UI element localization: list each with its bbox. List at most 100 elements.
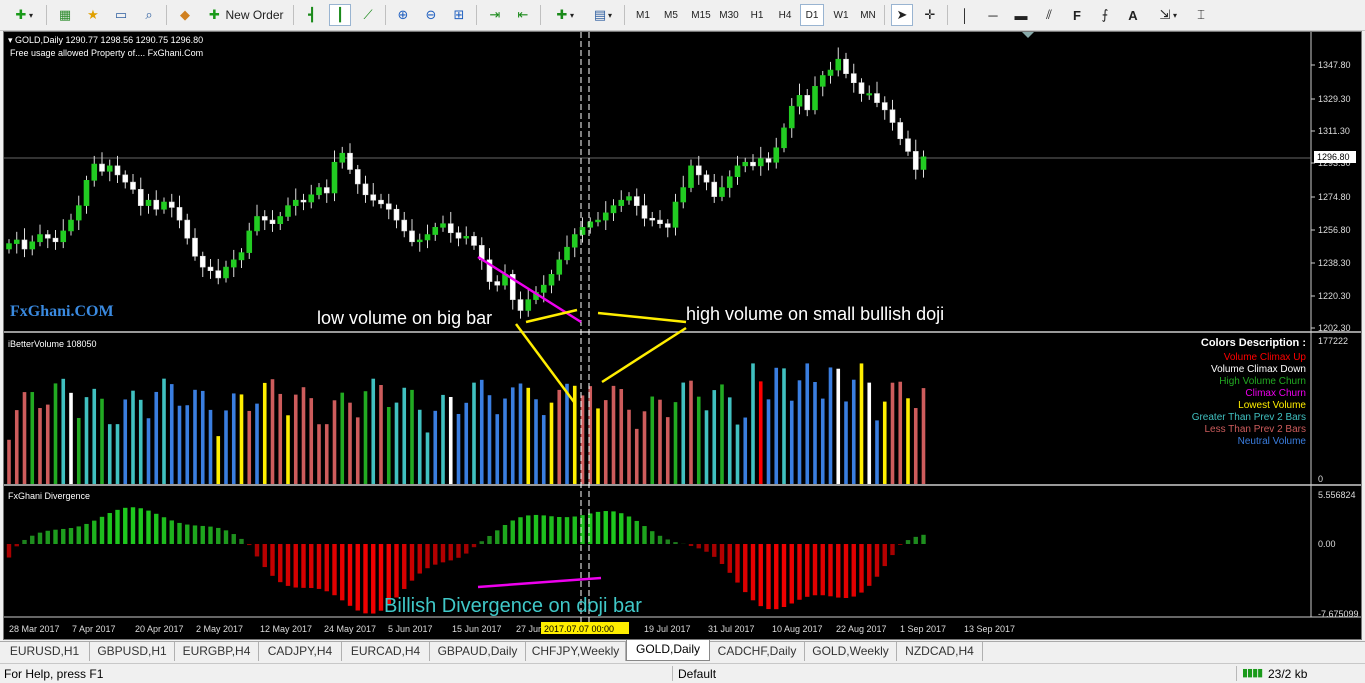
divergence-bar — [619, 513, 623, 544]
chart-shift-marker — [1022, 32, 1034, 38]
date-tick-label: 20 Apr 2017 — [135, 624, 184, 634]
candle-body — [30, 242, 35, 249]
bar-chart-button[interactable]: ┫ — [301, 4, 323, 26]
volume-bar — [216, 436, 220, 484]
chart-tab-gbpaud-daily[interactable]: GBPAUD,Daily — [430, 642, 526, 661]
favorites-button[interactable]: ★ — [82, 4, 104, 26]
candle-body — [7, 244, 12, 249]
zoom-in-icon: ⊕ — [395, 7, 411, 23]
volume-bar — [550, 403, 554, 484]
price-tick-label: 1220.30 — [1318, 291, 1351, 301]
candle-body — [162, 202, 167, 209]
candle-body — [913, 151, 918, 169]
timeframe-m15-button[interactable]: M15 — [687, 4, 715, 26]
candle-body — [611, 206, 616, 213]
divergence-bar — [518, 517, 522, 544]
autotrading-button[interactable]: ◆ — [174, 4, 196, 26]
templates-button[interactable]: ⌶ — [1190, 4, 1212, 26]
divergence-bar — [852, 544, 856, 597]
chart-shift-button[interactable]: ⇤ — [512, 4, 534, 26]
chart-tab-gbpusd-h1[interactable]: GBPUSD,H1 — [90, 642, 175, 661]
divergence-bar — [805, 544, 809, 597]
zoom-in-button[interactable]: ⊕ — [392, 4, 414, 26]
price-tick-label: 1202.30 — [1318, 323, 1351, 333]
divergence-bar — [883, 544, 887, 566]
divergence-bar — [573, 517, 577, 544]
timeframe-w1-button[interactable]: W1 — [829, 4, 853, 26]
chart-window[interactable]: 1347.801329.301311.301293.301274.801256.… — [3, 31, 1362, 640]
traffic-text: 23/2 kb — [1268, 667, 1307, 681]
divergence-bar — [162, 517, 166, 544]
chart-tab-chfjpy-weekly[interactable]: CHFJPY,Weekly — [526, 642, 626, 661]
volume-bar — [209, 410, 213, 484]
volume-bar — [728, 397, 732, 484]
divergence-bar — [418, 544, 422, 574]
chart-tab-eurgbp-h4[interactable]: EURGBP,H4 — [175, 642, 259, 661]
divergence-bar — [743, 544, 747, 592]
fibo-fan-button[interactable]: ⨍ — [1094, 4, 1116, 26]
volume-bar — [736, 425, 740, 484]
divergence-bar — [456, 544, 460, 558]
candlestick-button[interactable]: ┃ — [329, 4, 351, 26]
volume-bar — [449, 397, 453, 484]
profiles-button[interactable]: ▦ — [54, 4, 76, 26]
candle-body — [673, 202, 678, 227]
chart-tab-eurusd-h1[interactable]: EURUSD,H1 — [0, 642, 90, 661]
navigator-button[interactable]: ⌕ — [138, 4, 160, 26]
fibonacci-button[interactable]: F — [1066, 4, 1088, 26]
divergence-bar — [247, 544, 251, 545]
divergence-bar — [325, 544, 329, 591]
timeframe-d1-button[interactable]: D1 — [800, 4, 824, 26]
candle-body — [394, 209, 399, 220]
candle-body — [813, 86, 818, 109]
timeframe-m1-button[interactable]: M1 — [631, 4, 655, 26]
candlestick-icon: ┃ — [332, 7, 348, 23]
divergence-bar — [340, 544, 344, 600]
divergence-bar — [46, 531, 50, 544]
indicators-button[interactable]: ✚▾ — [548, 4, 580, 26]
arrows-button[interactable]: ⇲▾ — [1150, 4, 1184, 26]
chart-tab-cadjpy-h4[interactable]: CADJPY,H4 — [259, 642, 342, 661]
cursor-button[interactable]: ➤ — [891, 4, 913, 26]
crosshair-button[interactable]: ✛ — [919, 4, 941, 26]
timeframe-h1-button[interactable]: H1 — [745, 4, 769, 26]
volume-bar — [821, 399, 825, 484]
horizontal-line-button[interactable]: ─ — [982, 4, 1004, 26]
market-watch-button[interactable]: ▭ — [110, 4, 132, 26]
chart-tab-cadchf-daily[interactable]: CADCHF,Daily — [710, 642, 805, 661]
divergence-bar — [487, 536, 491, 544]
volume-bar — [751, 363, 755, 484]
chart-tab-eurcad-h4[interactable]: EURCAD,H4 — [342, 642, 430, 661]
divergence-bar — [224, 530, 228, 544]
divergence-bar — [301, 544, 305, 588]
volume-bar — [689, 381, 693, 484]
annotation-high-volume: high volume on small bullish doji — [686, 304, 944, 324]
candle-body — [658, 220, 663, 224]
divergence-bar — [720, 544, 724, 564]
vertical-line-button[interactable]: │ — [954, 4, 976, 26]
chart-tab-nzdcad-h4[interactable]: NZDCAD,H4 — [897, 642, 983, 661]
zoom-out-button[interactable]: ⊖ — [420, 4, 442, 26]
timeframe-m30-button[interactable]: M30 — [715, 4, 743, 26]
trendline-button[interactable]: ▬ — [1010, 4, 1032, 26]
tile-windows-button[interactable]: ⊞ — [448, 4, 470, 26]
line-chart-button[interactable]: ⟋ — [357, 4, 379, 26]
timeframe-m5-button[interactable]: M5 — [659, 4, 683, 26]
autoscroll-button[interactable]: ⇥ — [484, 4, 506, 26]
periods-button[interactable]: ▤▾ — [586, 4, 618, 26]
new-chart-button[interactable]: ✚▾ — [6, 4, 40, 26]
channel-button[interactable]: ⫽ — [1038, 4, 1060, 26]
line-chart-icon: ⟋ — [360, 7, 376, 23]
candle-body — [200, 256, 205, 267]
chart-tab-gold-daily[interactable]: GOLD,Daily — [626, 640, 710, 661]
divergence-bar — [77, 526, 81, 544]
timeframe-h4-button[interactable]: H4 — [773, 4, 797, 26]
text-button[interactable]: A — [1122, 4, 1144, 26]
price-chart[interactable]: 1347.801329.301311.301293.301274.801256.… — [4, 32, 1361, 639]
date-tick-label: 5 Jun 2017 — [388, 624, 433, 634]
new-order-button[interactable]: ✚New Order — [203, 4, 287, 26]
candle-body — [627, 197, 632, 201]
timeframe-mn-button[interactable]: MN — [856, 4, 880, 26]
chart-tab-gold-weekly[interactable]: GOLD,Weekly — [805, 642, 897, 661]
volume-bar — [371, 379, 375, 484]
